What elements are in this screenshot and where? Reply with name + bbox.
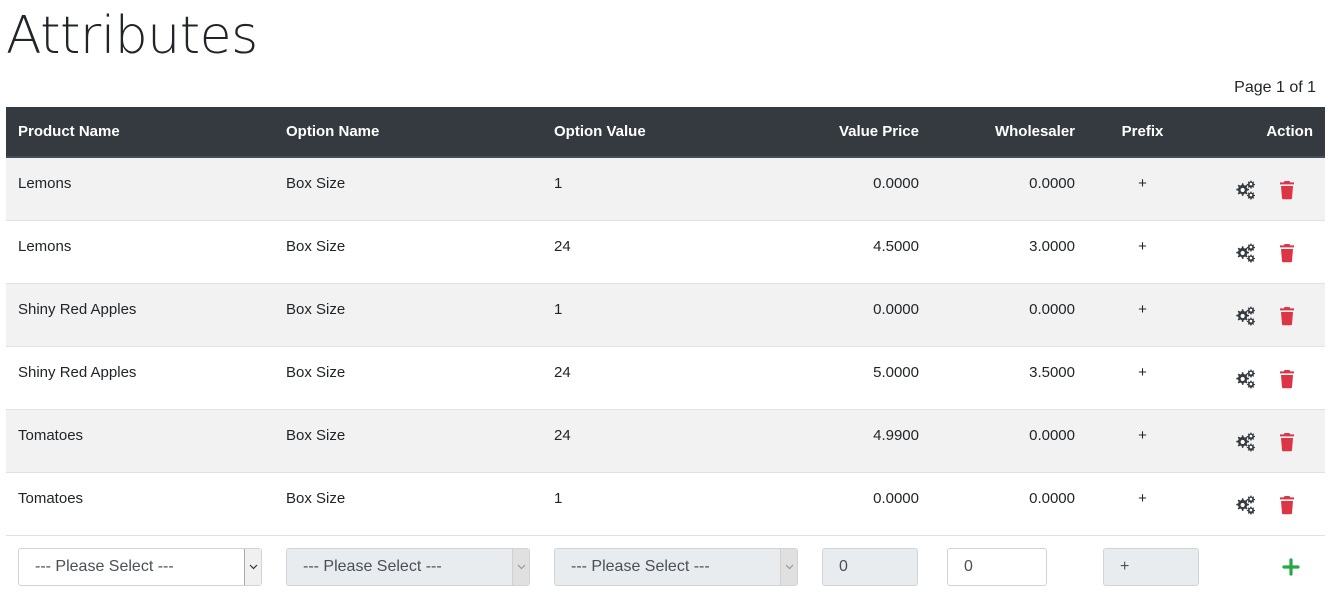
- cell-action: [1198, 157, 1325, 220]
- value-price-input[interactable]: 0: [822, 547, 918, 586]
- product-select[interactable]: --- Please Select ---: [18, 547, 262, 586]
- option-select-value: --- Please Select ---: [303, 557, 442, 575]
- plus-icon[interactable]: [1281, 557, 1301, 577]
- cell-product-name: Lemons: [18, 237, 72, 255]
- cogs-icon[interactable]: [1233, 178, 1257, 202]
- cell-option-value: 1: [554, 175, 563, 192]
- cell-product-name: Tomatoes: [18, 426, 84, 444]
- cell-action: [1198, 220, 1325, 283]
- header-value-price: Value Price: [810, 107, 931, 158]
- table-row: Tomatoes Box Size 1 0.0000 0.0000 +: [6, 472, 1325, 535]
- cogs-icon[interactable]: [1233, 304, 1257, 328]
- option-value-select[interactable]: --- Please Select ---: [554, 547, 798, 586]
- cell-prefix: +: [1138, 426, 1147, 444]
- table-row: Shiny Red Apples Box Size 24 5.0000 3.5000 +: [6, 346, 1325, 409]
- option-select[interactable]: --- Please Select ---: [286, 547, 530, 586]
- cell-prefix: +: [1138, 175, 1147, 192]
- cell-action: [1198, 472, 1325, 535]
- table-header-row: Product Name Option Name Option Value Va…: [6, 107, 1325, 158]
- cell-value-price: 0.0000: [873, 300, 919, 318]
- cell-prefix: +: [1138, 489, 1147, 507]
- cell-wholesaler: 0.0000: [1029, 426, 1075, 444]
- cell-option-name: Box Size: [286, 300, 346, 318]
- chevron-down-icon: [244, 548, 261, 585]
- cogs-icon[interactable]: [1233, 493, 1257, 517]
- cell-action: [1198, 409, 1325, 472]
- cell-option-value: 24: [554, 426, 571, 444]
- cell-action: [1198, 346, 1325, 409]
- cell-value-price: 4.9900: [873, 426, 919, 444]
- header-product-name: Product Name: [6, 107, 274, 158]
- table-row: Tomatoes Box Size 24 4.9900 0.0000 +: [6, 409, 1325, 472]
- trash-icon[interactable]: [1275, 367, 1299, 391]
- cell-option-name: Box Size: [286, 426, 346, 444]
- table-row: Lemons Box Size 24 4.5000 3.0000 +: [6, 220, 1325, 283]
- table-body: Lemons Box Size 1 0.0000 0.0000 + Lemons Box Si…: [6, 157, 1325, 599]
- cell-value-price: 0.0000: [873, 175, 919, 192]
- add-prefix-cell: +: [1087, 535, 1199, 599]
- trash-icon[interactable]: [1275, 430, 1299, 454]
- cogs-icon[interactable]: [1233, 430, 1257, 454]
- header-option-value: Option Value: [542, 107, 810, 158]
- cell-option-name: Box Size: [286, 237, 346, 255]
- add-action-cell: [1198, 535, 1325, 599]
- option-value-select-value: --- Please Select ---: [571, 557, 710, 575]
- add-attribute-row: --- Please Select --- --- Please Select …: [6, 535, 1325, 599]
- cell-value-price: 0.0000: [873, 489, 919, 507]
- attributes-page: Attributes Page 1 of 1 Product Name Opti…: [0, 0, 1332, 606]
- header-action: Action: [1198, 107, 1325, 158]
- cell-option-value: 24: [554, 363, 571, 381]
- cell-value-price: 4.5000: [873, 237, 919, 255]
- header-wholesaler: Wholesaler: [931, 107, 1087, 158]
- add-value-cell: --- Please Select ---: [542, 535, 810, 599]
- wholesaler-input[interactable]: 0: [947, 547, 1047, 586]
- cell-product-name: Lemons: [18, 175, 72, 192]
- trash-icon[interactable]: [1275, 241, 1299, 265]
- cell-prefix: +: [1138, 363, 1147, 381]
- attributes-table: Product Name Option Name Option Value Va…: [6, 107, 1325, 599]
- cell-prefix: +: [1138, 237, 1147, 255]
- cell-wholesaler: 3.0000: [1029, 237, 1075, 255]
- add-product-cell: --- Please Select ---: [6, 535, 274, 599]
- chevron-down-icon: [780, 548, 797, 585]
- trash-icon[interactable]: [1275, 178, 1299, 202]
- cell-option-value: 1: [554, 489, 563, 507]
- header-prefix: Prefix: [1087, 107, 1198, 158]
- add-wholesaler-cell: 0: [931, 535, 1087, 599]
- cell-wholesaler: 0.0000: [1029, 300, 1075, 318]
- cogs-icon[interactable]: [1233, 367, 1257, 391]
- cell-option-name: Box Size: [286, 489, 346, 507]
- cell-wholesaler: 3.5000: [1029, 363, 1075, 381]
- cell-wholesaler: 0.0000: [1029, 489, 1075, 507]
- table-row: Lemons Box Size 1 0.0000 0.0000 +: [6, 157, 1325, 220]
- pagination-info: Page 1 of 1: [1234, 79, 1316, 96]
- cell-option-name: Box Size: [286, 363, 346, 381]
- page-title: Attributes: [6, 6, 258, 66]
- cell-prefix: +: [1138, 300, 1147, 318]
- add-price-cell: 0: [810, 535, 931, 599]
- chevron-down-icon: [512, 548, 529, 585]
- trash-icon[interactable]: [1275, 304, 1299, 328]
- cell-product-name: Tomatoes: [18, 489, 84, 507]
- cell-product-name: Shiny Red Apples: [18, 363, 137, 381]
- cogs-icon[interactable]: [1233, 241, 1257, 265]
- cell-option-name: Box Size: [286, 175, 346, 192]
- product-select-value: --- Please Select ---: [35, 557, 174, 575]
- cell-value-price: 5.0000: [873, 363, 919, 381]
- trash-icon[interactable]: [1275, 493, 1299, 517]
- header-option-name: Option Name: [274, 107, 542, 158]
- table-row: Shiny Red Apples Box Size 1 0.0000 0.0000 +: [6, 283, 1325, 346]
- cell-option-value: 1: [554, 300, 563, 318]
- cell-product-name: Shiny Red Apples: [18, 300, 137, 318]
- cell-wholesaler: 0.0000: [1029, 175, 1075, 192]
- add-option-cell: --- Please Select ---: [274, 535, 542, 599]
- prefix-input[interactable]: +: [1103, 547, 1199, 586]
- cell-action: [1198, 283, 1325, 346]
- cell-option-value: 24: [554, 237, 571, 255]
